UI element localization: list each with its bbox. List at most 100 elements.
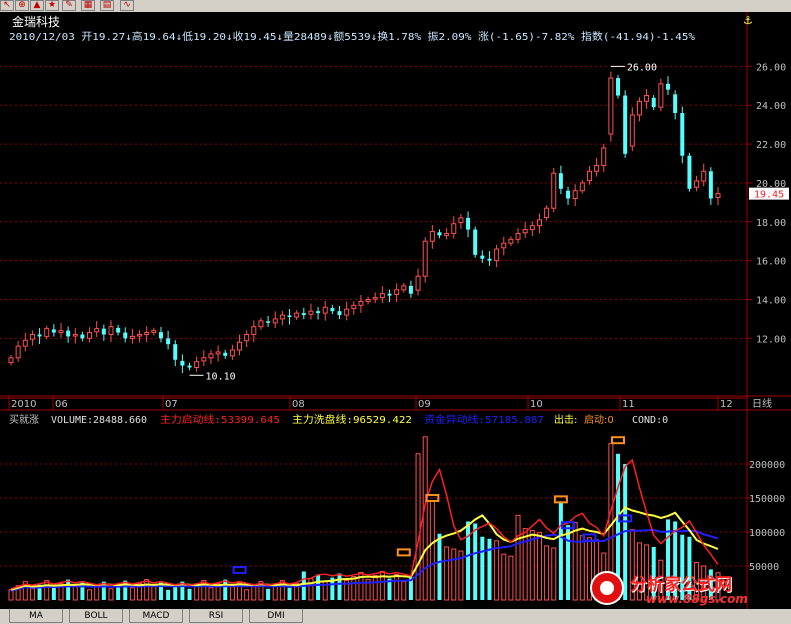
candle-up — [715, 193, 721, 199]
volume-bar-up — [508, 555, 514, 601]
candle-up — [8, 357, 14, 363]
candle-down — [223, 352, 228, 356]
date-label: 07 — [165, 399, 178, 410]
start-line-value: 主力启动线:53399.645 — [160, 413, 280, 426]
chart-icon[interactable]: ∿ — [120, 0, 134, 11]
candle-up — [87, 332, 93, 339]
candle-down — [666, 83, 671, 90]
volume-bar-down — [473, 523, 478, 600]
candle-up — [458, 217, 464, 224]
candle-up — [508, 238, 514, 244]
candle-down — [316, 311, 321, 314]
candle-up — [451, 223, 457, 234]
volume-bar-down — [558, 501, 563, 600]
volume-bar-down — [266, 588, 271, 600]
volume-bar-up — [444, 546, 450, 601]
candle-up — [372, 297, 378, 300]
table-icon[interactable]: ▤ — [100, 0, 114, 11]
pencil-icon[interactable]: ✎ — [62, 0, 76, 11]
candle-up — [251, 326, 257, 335]
candle-up — [586, 170, 592, 182]
candle-up — [279, 314, 285, 320]
volume-tick-label: 200000 — [749, 460, 785, 471]
settings-icon[interactable]: ⚓ — [743, 14, 753, 27]
candle-down — [480, 255, 485, 259]
candle-up — [151, 330, 157, 334]
volume-bar-up — [415, 453, 421, 601]
candle-down — [616, 78, 621, 96]
tab-dmi[interactable]: DMI — [249, 609, 303, 623]
candle-up — [129, 335, 135, 339]
candle-up — [208, 353, 214, 359]
volume-bar-up — [108, 588, 114, 601]
candle-up — [701, 170, 707, 182]
tab-macd[interactable]: MACD — [129, 609, 183, 623]
candle-up — [422, 240, 428, 277]
candle-up — [629, 114, 635, 147]
candle-up — [601, 147, 607, 166]
price-tick-label: 16.00 — [756, 257, 786, 268]
low-label: 10.10 — [206, 371, 236, 382]
volume-bar-up — [87, 589, 93, 601]
candle-down — [708, 171, 713, 199]
tab-rsi[interactable]: RSI — [189, 609, 243, 623]
candle-up — [94, 328, 100, 333]
candle-up — [551, 172, 557, 209]
volume-bar-down — [437, 533, 442, 600]
candle-down — [158, 332, 163, 339]
date-label: 日线 — [752, 397, 772, 410]
candle-down — [166, 338, 171, 345]
date-label: 09 — [418, 399, 431, 410]
candle-up — [579, 182, 585, 192]
candle-up — [72, 333, 78, 337]
candle-up — [215, 351, 221, 355]
candle-up — [258, 320, 264, 328]
fund-line-value: 资金异动线:57185.887 — [424, 413, 544, 426]
candle-up — [272, 318, 278, 324]
candle-down — [330, 308, 335, 312]
candle-down — [680, 113, 685, 156]
candle-up — [394, 289, 400, 295]
candle-up — [401, 285, 407, 291]
stock-name: 金瑞科技 — [12, 14, 60, 29]
candle-up — [308, 310, 314, 315]
stock-chart[interactable]: 26.0024.0022.0020.0018.0016.0014.0012.00… — [0, 12, 791, 609]
candle-down — [187, 365, 192, 368]
tab-ma[interactable]: MA — [9, 609, 63, 623]
volume-bar-up — [544, 545, 550, 601]
candle-up — [429, 231, 435, 242]
candle-down — [66, 330, 71, 337]
current-price-label: 19.45 — [754, 190, 784, 201]
price-tick-label: 18.00 — [756, 218, 786, 229]
volume-bar-up — [501, 553, 507, 601]
candle-down — [673, 94, 678, 113]
volume-bar-up — [572, 521, 578, 601]
candle-up — [365, 299, 371, 302]
pointer-icon[interactable]: ↖ — [0, 0, 14, 11]
date-label: 2010 — [11, 399, 36, 410]
candle-up — [444, 232, 450, 236]
candle-up — [501, 242, 507, 249]
alarm-icon[interactable]: ▲ — [30, 0, 44, 11]
price-tick-label: 14.00 — [756, 296, 786, 307]
candle-up — [529, 225, 535, 231]
volume-bar-up — [429, 500, 435, 601]
favorite-icon[interactable]: ★ — [45, 0, 59, 11]
volume-bar-up — [551, 547, 557, 601]
candle-up — [194, 361, 200, 369]
candle-up — [644, 95, 650, 102]
candle-up — [658, 83, 664, 108]
volume-bar-down — [316, 574, 321, 600]
grid-icon[interactable]: ▦ — [81, 0, 95, 11]
candle-up — [58, 330, 64, 334]
volume-bar-down — [223, 579, 228, 600]
tab-boll[interactable]: BOLL — [69, 609, 123, 623]
candle-down — [101, 328, 106, 335]
quote-info-line: 2010/12/03 开19.27↓高19.64↓低19.20↓收19.45↓量… — [9, 30, 695, 43]
volume-bar-up — [579, 535, 585, 601]
candle-up — [15, 345, 21, 359]
price-tick-label: 24.00 — [756, 101, 786, 112]
candle-up — [515, 232, 521, 240]
volume-bar-up — [144, 579, 150, 601]
zoom-icon[interactable]: ⊕ — [15, 0, 29, 11]
